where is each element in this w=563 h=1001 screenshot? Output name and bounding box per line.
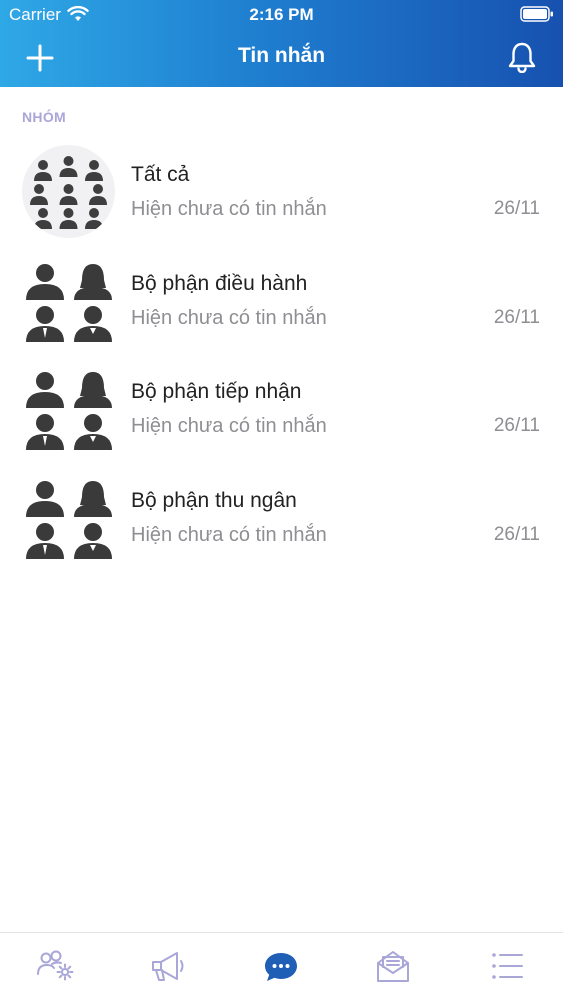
tab-mail[interactable] [371,947,415,987]
header: Carrier 2:16 PM Tin nhắn [0,0,563,87]
list-icon [492,953,523,979]
users-settings-icon [37,950,74,981]
group-all-avatar [22,145,115,238]
tab-users-settings[interactable] [35,947,79,987]
mail-open-icon [377,951,409,982]
tab-bar [0,932,563,1001]
last-message-preview: Hiện chưa có tin nhắn [131,523,327,546]
section-title: NHÓM [22,109,66,125]
list-item[interactable]: Bộ phận thu ngân Hiện chưa có tin nhắn 2… [0,463,563,572]
notifications-button[interactable] [507,41,537,74]
page-title: Tin nhắn [237,44,326,67]
group-name: Tất cả [131,163,190,186]
status-time: 2:16 PM [249,5,314,24]
list-item[interactable]: Tất cả Hiện chưa có tin nhắn 26/11 [0,137,563,246]
chat-bubble-icon [265,953,297,981]
message-date: 26/11 [493,415,540,436]
tab-menu[interactable] [485,947,529,987]
tab-announcements[interactable] [147,947,191,987]
megaphone-icon [152,952,184,981]
last-message-preview: Hiện chưa có tin nhắn [131,415,327,437]
group-list: Tất cả Hiện chưa có tin nhắn 26/11 Bộ ph… [0,137,563,571]
group-avatar [22,254,115,347]
battery-icon [520,6,554,27]
bell-icon [508,42,536,74]
group-name: Bộ phận tiếp nhận [131,380,302,403]
status-bar: Carrier 2:16 PM [0,0,563,30]
last-message-preview: Hiện chưa có tin nhắn [131,198,327,220]
group-avatar [22,471,115,564]
group-name: Bộ phận thu ngân [131,488,297,512]
tab-messages[interactable] [259,947,303,987]
last-message-preview: Hiện chưa có tin nhắn [131,306,327,329]
group-name: Bộ phận điều hành [131,271,308,295]
message-date: 26/11 [493,306,540,328]
list-item[interactable]: Bộ phận tiếp nhận Hiện chưa có tin nhắn … [0,354,563,463]
message-date: 26/11 [493,523,540,545]
list-item[interactable]: Bộ phận điều hành Hiện chưa có tin nhắn … [0,246,563,355]
message-date: 26/11 [493,198,540,219]
group-avatar [22,362,115,455]
nav-bar: Tin nhắn [0,30,563,87]
